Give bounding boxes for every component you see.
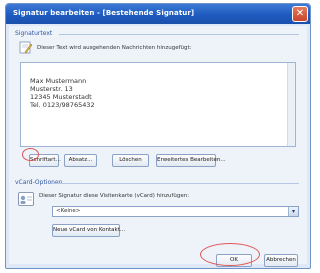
vcard-hint: Dieser Signatur diese Visitenkarte (vCar… (39, 193, 190, 199)
signature-hint: Dieser Text wird ausgehenden Nachrichten… (37, 45, 192, 51)
vcard-select-value: <Keine> (56, 208, 81, 214)
group-divider (51, 183, 299, 184)
signature-text-area[interactable]: Max Mustermann Musterstr. 13 12345 Muste… (20, 62, 296, 147)
signature-dialog: Signatur bearbeiten - [Bestehende Signat… (5, 3, 311, 269)
window-title: Signatur bearbeiten - [Bestehende Signat… (13, 9, 195, 17)
title-bar[interactable]: Signatur bearbeiten - [Bestehende Signat… (6, 4, 310, 24)
annotation-circle (22, 148, 39, 161)
dialog-content: Signaturtext Dieser Text wird ausgehende… (9, 26, 307, 267)
signature-pen-icon (19, 41, 33, 54)
vertical-scrollbar[interactable] (287, 63, 295, 146)
vcard-icon (18, 192, 34, 206)
cancel-button[interactable]: Abbrechen (264, 254, 298, 267)
group-divider (59, 34, 299, 35)
signature-line: Tel. 0123/98765432 (30, 101, 95, 109)
delete-button[interactable]: Löschen (112, 154, 149, 167)
signature-line: 12345 Musterstadt (30, 93, 92, 101)
signature-line: Musterstr. 13 (30, 85, 73, 93)
close-icon: ✕ (295, 8, 305, 19)
new-vcard-button[interactable]: Neue vCard von Kontakt... (52, 224, 125, 237)
signature-group-title: Signaturtext (15, 30, 53, 37)
close-button[interactable]: ✕ (292, 6, 308, 22)
paragraph-button[interactable]: Absatz... (64, 154, 97, 167)
signature-line: Max Mustermann (30, 77, 87, 85)
advanced-edit-button[interactable]: Erweitertes Bearbeiten... (156, 154, 226, 167)
chevron-down-icon[interactable]: ▾ (288, 207, 298, 216)
annotation-circle (200, 243, 260, 266)
vcard-select[interactable]: <Keine> ▾ (52, 206, 299, 217)
